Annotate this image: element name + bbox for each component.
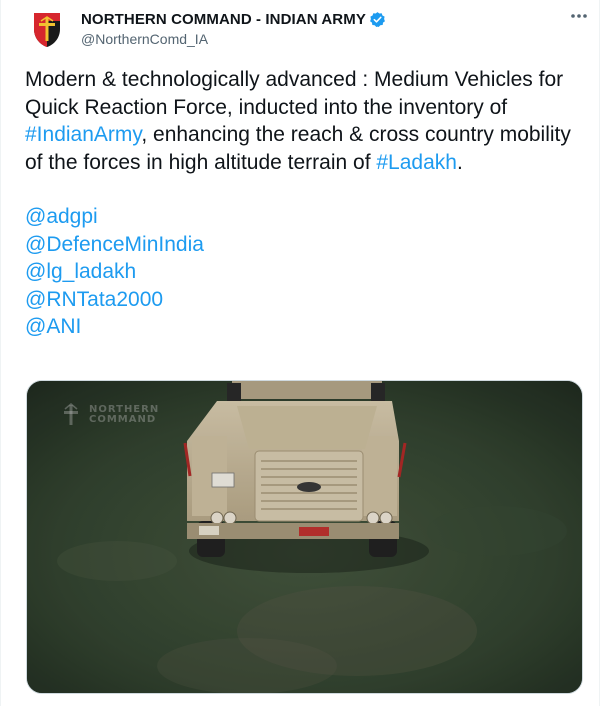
display-name[interactable]: NORTHERN COMMAND - INDIAN ARMY bbox=[81, 11, 366, 28]
more-options-icon[interactable] bbox=[565, 4, 593, 28]
tweet-text: Modern & technologically advanced : Medi… bbox=[25, 66, 581, 341]
mention-ani-link[interactable]: @ANI bbox=[25, 313, 581, 341]
avatar[interactable] bbox=[25, 7, 69, 51]
watermark-line-2: COMMAND bbox=[89, 414, 157, 425]
tweet-end-text: . bbox=[456, 150, 463, 174]
hashtag-indianarmy-link[interactable]: #IndianArmy bbox=[25, 123, 141, 146]
tweet-card: NORTHERN COMMAND - INDIAN ARMY @Northern… bbox=[0, 0, 600, 706]
account-names: NORTHERN COMMAND - INDIAN ARMY @Northern… bbox=[81, 11, 386, 47]
mention-lg-ladakh-link[interactable]: @lg_ladakh bbox=[25, 258, 581, 286]
watermark-emblem-icon bbox=[64, 403, 78, 425]
name-row: NORTHERN COMMAND - INDIAN ARMY bbox=[81, 11, 386, 28]
mention-rntata2000-link[interactable]: @RNTata2000 bbox=[25, 286, 581, 314]
tweet-body: Modern & technologically advanced : Medi… bbox=[25, 66, 581, 176]
mention-adgpi-link[interactable]: @adgpi bbox=[25, 203, 581, 231]
hashtag-ladakh-link[interactable]: #Ladakh bbox=[376, 151, 457, 174]
northern-command-emblem-icon bbox=[25, 7, 69, 51]
video-watermark: NORTHERN COMMAND bbox=[89, 405, 159, 425]
tweet-video-media[interactable]: NORTHERN COMMAND bbox=[26, 380, 583, 694]
tweet-header: NORTHERN COMMAND - INDIAN ARMY @Northern… bbox=[25, 6, 585, 52]
account-handle[interactable]: @NorthernComd_IA bbox=[81, 31, 386, 47]
mentions-list: @adgpi @DefenceMinIndia @lg_ladakh @RNTa… bbox=[25, 203, 581, 341]
mention-defenceminindia-link[interactable]: @DefenceMinIndia bbox=[25, 231, 581, 259]
verified-badge-icon bbox=[369, 11, 386, 28]
video-frame-image bbox=[27, 381, 582, 693]
tweet-intro-text: Modern & technologically advanced : Medi… bbox=[25, 68, 564, 119]
